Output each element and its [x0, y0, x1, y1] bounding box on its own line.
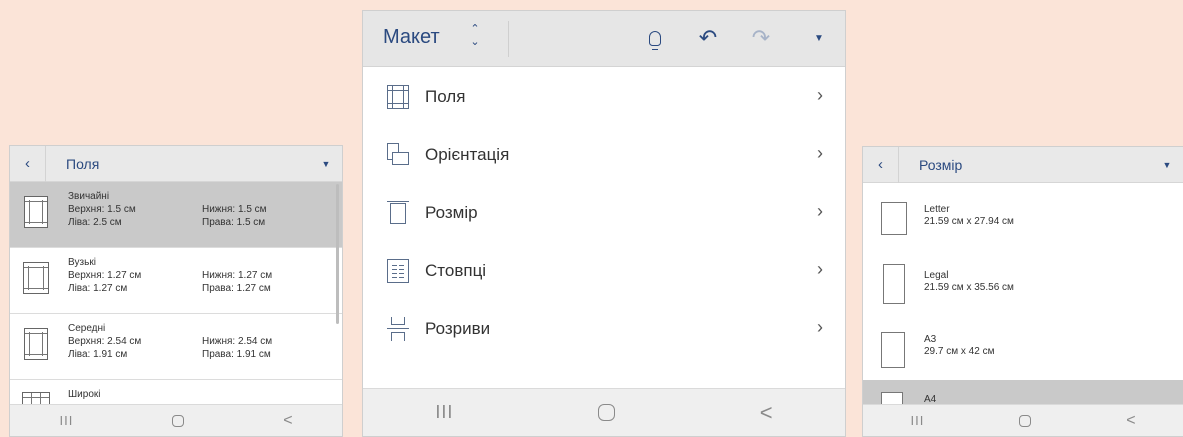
margin-right: Права: 1.5 см [202, 217, 266, 228]
menu-item-label: Стовпці [425, 261, 487, 280]
tab-title[interactable]: Макет [383, 26, 440, 49]
size-header: ‹ Розмір ▼ [863, 147, 1183, 183]
size-option-letter[interactable]: Letter 21.59 см x 27.94 см [863, 184, 1183, 254]
margin-option-narrow[interactable]: Вузькі Верхня: 1.27 см Нижня: 1.27 см Лі… [10, 248, 342, 314]
orientation-icon [387, 143, 409, 167]
recent-apps-button[interactable]: III [435, 402, 453, 423]
menu-item-label: Розмір [425, 203, 478, 222]
margin-option-normal[interactable]: Звичайні Верхня: 1.5 см Нижня: 1.5 см Лі… [10, 182, 342, 248]
chevron-right-icon: › [817, 143, 823, 163]
menu-item-label: Поля [425, 87, 466, 106]
margin-top: Верхня: 1.5 см [68, 204, 136, 215]
margin-left: Ліва: 1.27 см [68, 283, 128, 294]
page-icon [881, 332, 905, 368]
margin-top: Верхня: 1.27 см [68, 270, 142, 281]
chevron-right-icon: › [817, 259, 823, 279]
redo-icon[interactable]: ↷ [746, 23, 776, 53]
chevron-left-icon[interactable]: ‹ [10, 146, 46, 182]
margin-right: Права: 1.91 см [202, 349, 271, 360]
margins-icon [23, 262, 49, 294]
chevron-right-icon: › [817, 317, 823, 337]
undo-icon[interactable]: ↶ [693, 23, 723, 53]
margin-bottom: Нижня: 1.27 см [202, 270, 273, 281]
breaks-icon [387, 317, 409, 341]
divider [508, 21, 509, 57]
caret-down-icon[interactable]: ▼ [310, 159, 342, 169]
chevron-right-icon: › [817, 85, 823, 105]
size-dimensions: 21.59 см x 35.56 см [924, 282, 1014, 293]
recent-apps-button[interactable]: III [59, 413, 73, 428]
margins-panel: ‹ Поля ▼ Звичайні Верхня: 1.5 см Нижня: … [9, 145, 343, 437]
system-nav-bar: III < [863, 404, 1183, 436]
menu-item-breaks[interactable]: Розриви › [363, 300, 845, 358]
margin-option-moderate[interactable]: Середні Верхня: 2.54 см Нижня: 2.54 см Л… [10, 314, 342, 380]
system-nav-bar: III < [10, 404, 342, 436]
chevron-left-icon[interactable]: ‹ [863, 147, 899, 183]
margins-icon [387, 85, 409, 109]
margin-right: Права: 1.27 см [202, 283, 271, 294]
back-button[interactable]: < [1126, 412, 1135, 430]
recent-apps-button[interactable]: III [910, 413, 924, 428]
size-name: A3 [924, 334, 937, 345]
panel-title: Поля [66, 155, 100, 172]
menu-item-label: Розриви [425, 319, 491, 338]
caret-down-icon[interactable]: ▼ [1151, 160, 1183, 170]
up-down-chevron-icon[interactable]: ⌃ ⌄ [468, 23, 482, 53]
margin-top: Верхня: 2.54 см [68, 336, 142, 347]
scrollbar[interactable] [336, 184, 339, 324]
size-option-legal[interactable]: Legal 21.59 см x 35.56 см [863, 254, 1183, 324]
layout-header: Макет ⌃ ⌄ ↶ ↷ ▼ [363, 11, 845, 67]
home-icon[interactable] [172, 414, 185, 427]
margin-left: Ліва: 1.91 см [68, 349, 128, 360]
caret-down-icon[interactable]: ▼ [804, 23, 834, 53]
home-icon[interactable] [598, 404, 616, 421]
option-name: Звичайні [68, 191, 110, 202]
margins-header: ‹ Поля ▼ [10, 146, 342, 182]
chevron-right-icon: › [817, 201, 823, 221]
menu-item-margins[interactable]: Поля › [363, 68, 845, 126]
system-nav-bar: III < [363, 388, 845, 436]
menu-item-columns[interactable]: Стовпці › [363, 242, 845, 300]
page-icon [883, 264, 905, 304]
size-dimensions: 21.59 см x 27.94 см [924, 216, 1014, 227]
menu-item-size[interactable]: Розмір › [363, 184, 845, 242]
columns-icon [387, 259, 409, 283]
option-name: Вузькі [68, 257, 96, 268]
margin-left: Ліва: 2.5 см [68, 217, 122, 228]
back-button[interactable]: < [283, 412, 292, 430]
option-name: Середні [68, 323, 106, 334]
margins-icon [24, 196, 48, 228]
layout-panel: Макет ⌃ ⌄ ↶ ↷ ▼ Поля › Орієнтація › Розмі… [362, 10, 846, 437]
panel-title: Розмір [919, 156, 963, 173]
size-name: Letter [924, 204, 950, 215]
menu-item-orientation[interactable]: Орієнтація › [363, 126, 845, 184]
size-name: Legal [924, 270, 949, 281]
page-size-icon [387, 201, 409, 225]
size-dimensions: 29.7 см x 42 см [924, 346, 995, 357]
size-panel: ‹ Розмір ▼ Letter 21.59 см x 27.94 см Le… [862, 146, 1183, 437]
lightbulb-icon[interactable] [640, 23, 670, 53]
back-button[interactable]: < [760, 400, 773, 426]
page-icon [881, 202, 907, 235]
option-name: Широкі [68, 389, 101, 400]
margins-icon [24, 328, 48, 360]
margin-bottom: Нижня: 2.54 см [202, 336, 273, 347]
home-icon[interactable] [1019, 414, 1032, 427]
menu-item-label: Орієнтація [425, 145, 510, 164]
margin-bottom: Нижня: 1.5 см [202, 204, 267, 215]
